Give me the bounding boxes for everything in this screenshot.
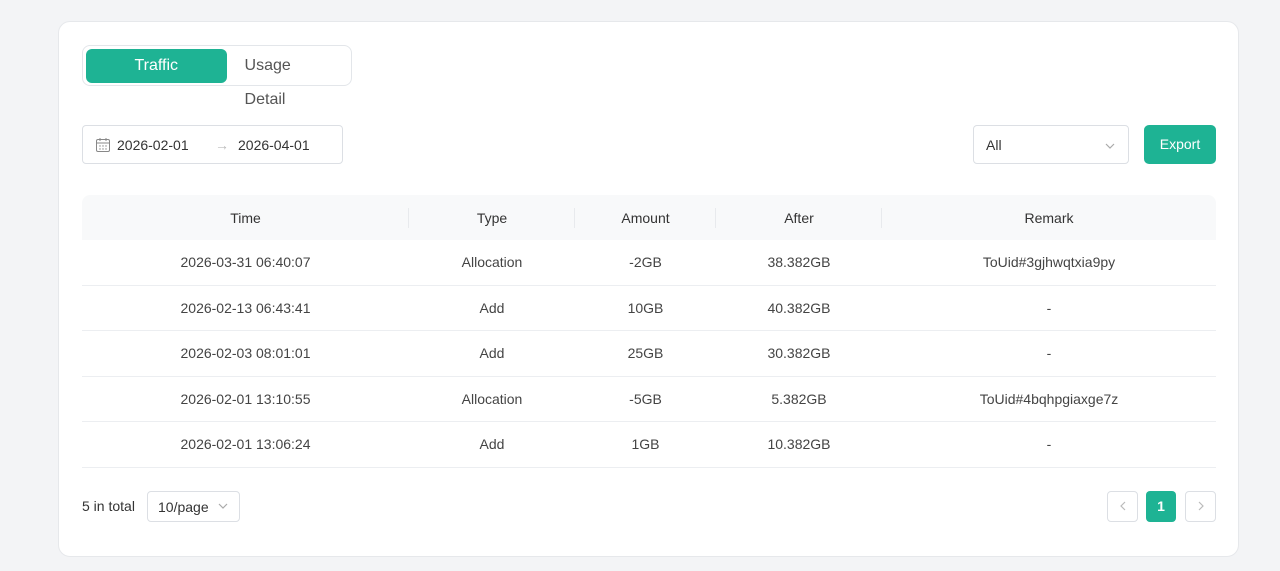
page-size-select[interactable]: 10/page	[147, 491, 240, 522]
prev-page-button[interactable]	[1107, 491, 1138, 522]
cell-amount: -5GB	[629, 390, 662, 407]
table-row: 2026-02-03 08:01:01 Add 25GB 30.382GB -	[82, 331, 1216, 377]
table-header: Time Type Amount After Remark	[82, 195, 1216, 240]
cell-remark: ToUid#3gjhwqtxia9py	[982, 254, 1116, 271]
cell-after: 40.382GB	[767, 299, 831, 316]
type-filter-value: All	[986, 136, 1002, 153]
cell-amount: 25GB	[627, 345, 664, 362]
cell-remark: -	[1046, 299, 1052, 316]
cell-time: 2026-03-31 06:40:07	[180, 254, 311, 271]
cell-type: Allocation	[461, 390, 523, 407]
next-page-button[interactable]	[1185, 491, 1216, 522]
column-header-type: Type	[409, 210, 575, 226]
cell-remark: ToUid#4bqhpgiaxge7z	[979, 390, 1119, 407]
tab-traffic-changes[interactable]: Traffic Changes	[86, 48, 227, 108]
table-row: 2026-02-01 13:10:55 Allocation -5GB 5.38…	[82, 377, 1216, 422]
chevron-left-icon	[1117, 499, 1129, 515]
column-header-time: Time	[82, 210, 409, 226]
cell-after: 5.382GB	[771, 390, 827, 407]
cell-after: 30.382GB	[767, 345, 831, 362]
chevron-down-icon	[1104, 139, 1116, 151]
date-range-picker[interactable]: 2026-02-01 → 2026-04-01	[82, 125, 343, 164]
cell-time: 2026-02-01 13:06:24	[180, 436, 311, 453]
type-filter-select[interactable]: All	[973, 125, 1129, 164]
tab-switcher: Traffic Changes Usage Detail	[82, 45, 352, 108]
page-size-value: 10/page	[158, 498, 209, 515]
page-number-button[interactable]: 1	[1146, 491, 1176, 522]
cell-type: Allocation	[461, 254, 523, 271]
export-button[interactable]: Export	[1144, 125, 1216, 164]
chevron-down-icon	[217, 499, 229, 515]
traffic-table: Time Type Amount After Remark 2026-03-31…	[82, 195, 1216, 468]
calendar-icon	[95, 137, 111, 153]
chevron-right-icon	[1195, 499, 1207, 515]
cell-type: Add	[479, 436, 505, 453]
column-header-remark: Remark	[1024, 209, 1074, 226]
table-row: 2026-02-01 13:06:24 Add 1GB 10.382GB -	[82, 422, 1216, 468]
date-end-input[interactable]: 2026-04-01	[238, 137, 310, 153]
date-range-arrow-icon: →	[215, 136, 229, 153]
cell-time: 2026-02-01 13:10:55	[180, 390, 311, 407]
cell-amount: 1GB	[631, 436, 660, 453]
cell-time: 2026-02-13 06:43:41	[180, 299, 311, 316]
cell-after: 10.382GB	[767, 436, 831, 453]
cell-type: Add	[479, 345, 505, 362]
cell-amount: 10GB	[627, 299, 664, 316]
column-header-amount: Amount	[575, 210, 716, 226]
cell-type: Add	[479, 299, 505, 316]
date-start-input[interactable]: 2026-02-01	[117, 137, 215, 153]
column-header-after: After	[716, 210, 882, 226]
table-row: 2026-03-31 06:40:07 Allocation -2GB 38.3…	[82, 240, 1216, 286]
total-count: 5 in total	[82, 498, 135, 514]
cell-amount: -2GB	[629, 254, 662, 271]
cell-after: 38.382GB	[767, 254, 831, 271]
traffic-card: Traffic Changes Usage Detail 2026-02-01 …	[58, 21, 1239, 557]
cell-remark: -	[1046, 436, 1052, 453]
table-row: 2026-02-13 06:43:41 Add 10GB 40.382GB -	[82, 286, 1216, 331]
cell-remark: -	[1046, 345, 1052, 362]
cell-time: 2026-02-03 08:01:01	[180, 345, 311, 362]
tab-usage-detail[interactable]: Usage Detail	[227, 49, 348, 108]
